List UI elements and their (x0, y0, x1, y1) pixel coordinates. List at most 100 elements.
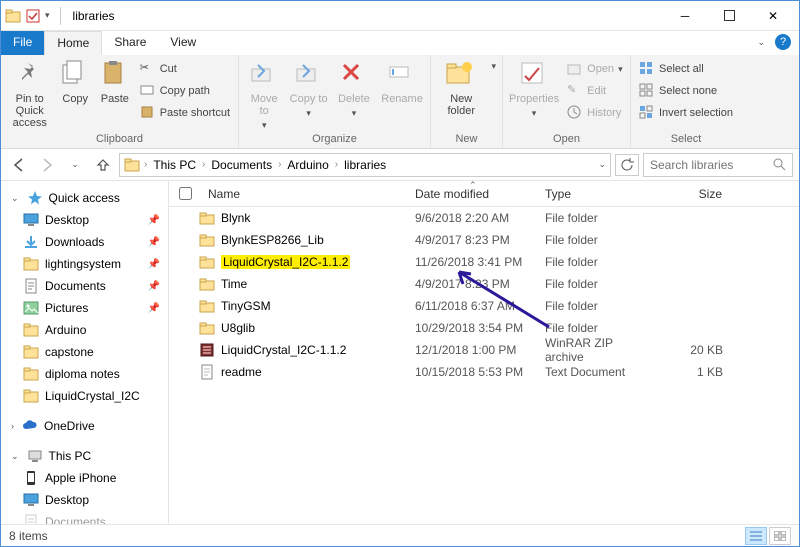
table-row[interactable]: Time4/9/2017 8:23 PMFile folder (169, 273, 799, 295)
select-none-icon (639, 83, 655, 99)
table-row[interactable]: LiquidCrystal_I2C-1.1.212/1/2018 1:00 PM… (169, 339, 799, 361)
tab-home[interactable]: Home (44, 31, 102, 55)
up-button[interactable] (91, 153, 115, 177)
file-name: Time (221, 277, 247, 291)
breadcrumb[interactable]: › This PC› Documents› Arduino› libraries… (119, 153, 611, 177)
column-type[interactable]: Type (539, 187, 659, 201)
sidebar-item[interactable]: diploma notes (1, 363, 168, 385)
qat-properties-icon[interactable] (25, 8, 41, 24)
delete-button[interactable]: Delete▾ (334, 59, 374, 119)
breadcrumb-dropdown-icon[interactable]: ⌄ (598, 159, 606, 170)
minimize-button[interactable]: ─ (663, 1, 707, 30)
pin-icon: 📌 (148, 259, 160, 270)
forward-button[interactable] (35, 153, 59, 177)
crumb-libraries[interactable]: libraries (342, 158, 388, 172)
sidebar-item[interactable]: capstone (1, 341, 168, 363)
table-row[interactable]: Blynk9/6/2018 2:20 AMFile folder (169, 207, 799, 229)
sidebar-item-icon (23, 514, 39, 524)
paste-shortcut-icon (140, 105, 156, 121)
sidebar-item[interactable]: Downloads📌 (1, 231, 168, 253)
new-folder-button[interactable]: New folder (437, 59, 485, 117)
close-button[interactable]: ✕ (751, 1, 795, 30)
search-input[interactable] (650, 158, 773, 172)
file-list: Name ⌃ Date modified Type Size Blynk9/6/… (169, 181, 799, 524)
copy-path-button[interactable]: Copy path (138, 81, 232, 101)
history-button[interactable]: History (565, 103, 624, 123)
invert-selection-button[interactable]: Invert selection (637, 103, 735, 123)
search-box[interactable] (643, 153, 793, 177)
rename-button[interactable]: Rename (380, 59, 424, 105)
column-size[interactable]: Size (659, 187, 729, 201)
sidebar-item[interactable]: Pictures📌 (1, 297, 168, 319)
open-icon (567, 61, 583, 77)
refresh-button[interactable] (615, 154, 639, 176)
sidebar-item[interactable]: Arduino (1, 319, 168, 341)
sidebar-onedrive[interactable]: ›OneDrive (1, 415, 168, 437)
history-icon (567, 105, 583, 121)
select-all-checkbox[interactable] (179, 187, 192, 200)
select-all-button[interactable]: Select all (637, 59, 735, 79)
file-date: 6/11/2018 6:37 AM (409, 299, 539, 313)
cut-button[interactable]: ✂Cut (138, 59, 232, 79)
sidebar-item[interactable]: LiquidCrystal_I2C (1, 385, 168, 407)
file-name: U8glib (221, 321, 255, 335)
crumb-documents[interactable]: Documents (209, 158, 274, 172)
help-icon[interactable]: ? (775, 34, 791, 50)
edit-icon: ✎ (567, 83, 583, 99)
file-icon (199, 210, 215, 226)
ribbon-collapse-icon[interactable]: ⌄ (757, 37, 765, 48)
file-type: WinRAR ZIP archive (539, 336, 659, 364)
file-name: LiquidCrystal_I2C-1.1.2 (221, 343, 346, 357)
table-row[interactable]: LiquidCrystal_I2C-1.1.211/26/2018 3:41 P… (169, 251, 799, 273)
properties-button[interactable]: Properties▾ (509, 59, 559, 119)
open-button[interactable]: Open ▾ (565, 59, 624, 79)
sidebar-item[interactable]: Desktop📌 (1, 209, 168, 231)
view-large-icons-button[interactable] (769, 527, 791, 545)
select-none-button[interactable]: Select none (637, 81, 735, 101)
sidebar-item-icon (23, 256, 39, 272)
new-item-icon[interactable]: ▾ (491, 61, 496, 72)
file-type: File folder (539, 255, 659, 269)
crumb-arduino[interactable]: Arduino (285, 158, 330, 172)
new-group-label: New (437, 131, 496, 148)
sidebar-item[interactable]: lightingsystem📌 (1, 253, 168, 275)
cloud-icon (22, 418, 38, 434)
tab-view[interactable]: View (158, 31, 208, 55)
tab-share[interactable]: Share (102, 31, 158, 55)
file-date: 9/6/2018 2:20 AM (409, 211, 539, 225)
tab-file[interactable]: File (1, 31, 44, 55)
back-button[interactable] (7, 153, 31, 177)
recent-locations-button[interactable]: ⌄ (63, 153, 87, 177)
move-to-button[interactable]: Move to▾ (245, 59, 283, 131)
copy-button[interactable]: Copy (58, 59, 92, 105)
view-details-button[interactable] (745, 527, 767, 545)
invert-selection-icon (639, 105, 655, 121)
ribbon-tabs: File Home Share View ⌄ ? (1, 31, 799, 55)
table-row[interactable]: U8glib10/29/2018 3:54 PMFile folder (169, 317, 799, 339)
pin-quick-access-button[interactable]: Pin to Quick access (7, 59, 52, 129)
table-row[interactable]: BlynkESP8266_Lib4/9/2017 8:23 PMFile fol… (169, 229, 799, 251)
qat-dropdown-icon[interactable]: ▾ (45, 10, 50, 21)
column-name[interactable]: Name (169, 187, 409, 201)
move-to-icon (248, 59, 280, 91)
clipboard-group-label: Clipboard (7, 131, 232, 148)
status-bar: 8 items (1, 524, 799, 546)
copy-to-button[interactable]: Copy to▾ (289, 59, 327, 119)
sidebar-item[interactable]: Documents📌 (1, 275, 168, 297)
edit-button[interactable]: ✎Edit (565, 81, 624, 101)
maximize-button[interactable] (707, 1, 751, 30)
paste-shortcut-button[interactable]: Paste shortcut (138, 103, 232, 123)
table-row[interactable]: TinyGSM6/11/2018 6:37 AMFile folder (169, 295, 799, 317)
paste-button[interactable]: Paste (98, 59, 132, 105)
sidebar-item[interactable]: Documents (1, 511, 168, 524)
folder-icon (5, 8, 21, 24)
sidebar-item[interactable]: Desktop (1, 489, 168, 511)
sidebar-this-pc[interactable]: ⌄This PC (1, 445, 168, 467)
sidebar-item-icon (23, 322, 39, 338)
new-folder-icon (445, 59, 477, 91)
star-icon (27, 190, 43, 206)
table-row[interactable]: readme10/15/2018 5:53 PMText Document1 K… (169, 361, 799, 383)
sidebar-quick-access[interactable]: ⌄ Quick access (1, 187, 168, 209)
sidebar-item[interactable]: Apple iPhone (1, 467, 168, 489)
crumb-thispc[interactable]: This PC (151, 158, 198, 172)
